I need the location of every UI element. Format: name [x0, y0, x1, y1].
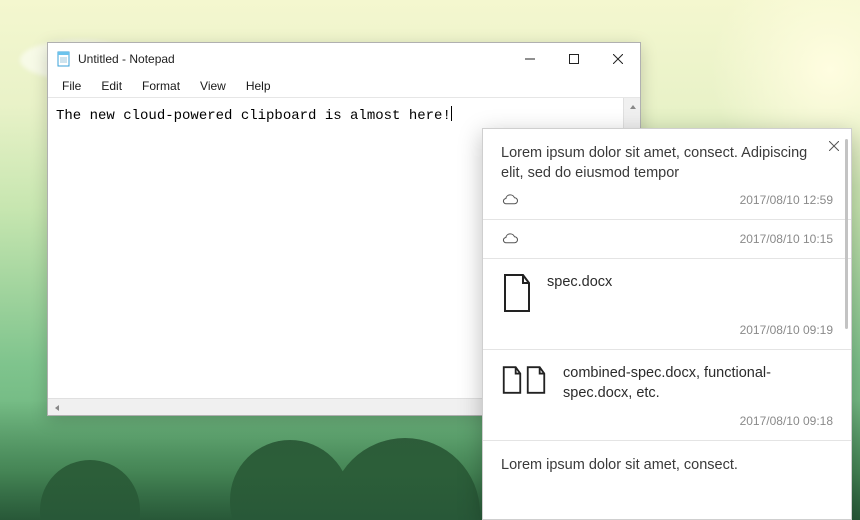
clipboard-item-filename: combined-spec.docx, functional-spec.docx… — [563, 364, 833, 403]
menu-format[interactable]: Format — [134, 77, 188, 95]
clipboard-item-filename: spec.docx — [547, 273, 612, 293]
clipboard-item-text: Lorem ipsum dolor sit amet, consect. Adi… — [501, 143, 833, 183]
clipboard-close-button[interactable] — [823, 135, 845, 157]
text-caret — [451, 106, 452, 121]
clipboard-item[interactable]: Lorem ipsum dolor sit amet, consect. Adi… — [483, 129, 851, 220]
minimize-button[interactable] — [508, 43, 552, 75]
clipboard-item-timestamp: 2017/08/10 09:18 — [740, 414, 833, 428]
clipboard-item[interactable]: combined-spec.docx, functional-spec.docx… — [483, 350, 851, 441]
desktop-wallpaper: Untitled - Notepad File Edit Format View… — [0, 0, 860, 520]
clipboard-item-timestamp: 2017/08/10 10:15 — [740, 232, 833, 246]
clipboard-item-timestamp: 2017/08/10 12:59 — [740, 193, 833, 207]
clipboard-item[interactable]: spec.docx 2017/08/10 09:19 — [483, 259, 851, 350]
clipboard-scrollbar[interactable] — [845, 139, 848, 329]
notepad-app-icon — [56, 51, 72, 67]
maximize-icon — [569, 54, 579, 64]
menu-file[interactable]: File — [54, 77, 89, 95]
menu-view[interactable]: View — [192, 77, 234, 95]
clipboard-item[interactable]: 2017/08/10 10:15 — [483, 220, 851, 259]
close-icon — [829, 141, 839, 151]
clipboard-item-timestamp: 2017/08/10 09:19 — [740, 323, 833, 337]
menu-help[interactable]: Help — [238, 77, 279, 95]
close-icon — [613, 54, 623, 64]
documents-icon — [501, 364, 549, 404]
clipboard-item-text: Lorem ipsum dolor sit amet, consect. — [501, 455, 833, 475]
menu-edit[interactable]: Edit — [93, 77, 130, 95]
scroll-left-arrow-icon[interactable] — [48, 399, 65, 416]
clipboard-item[interactable]: Lorem ipsum dolor sit amet, consect. — [483, 441, 851, 485]
window-title: Untitled - Notepad — [78, 52, 175, 66]
cloud-icon — [501, 194, 519, 206]
close-button[interactable] — [596, 43, 640, 75]
scroll-up-arrow-icon[interactable] — [624, 98, 641, 115]
titlebar[interactable]: Untitled - Notepad — [48, 43, 640, 75]
menubar: File Edit Format View Help — [48, 75, 640, 97]
cloud-icon — [501, 233, 519, 245]
maximize-button[interactable] — [552, 43, 596, 75]
editor-content: The new cloud-powered clipboard is almos… — [56, 108, 451, 124]
minimize-icon — [525, 54, 535, 64]
document-icon — [501, 273, 533, 313]
clipboard-list: Lorem ipsum dolor sit amet, consect. Adi… — [483, 129, 851, 485]
clipboard-flyout: Lorem ipsum dolor sit amet, consect. Adi… — [482, 128, 852, 520]
